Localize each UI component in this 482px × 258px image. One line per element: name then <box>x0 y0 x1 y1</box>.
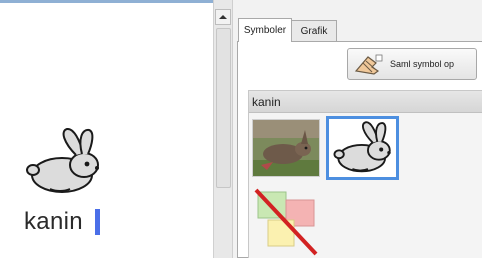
app-window: kanin Symboler Grafik Saml symbol op kan… <box>0 0 482 258</box>
no-symbol-icon <box>254 188 318 256</box>
tab-grafik[interactable]: Grafik <box>291 20 337 42</box>
document-area[interactable]: kanin <box>0 0 213 258</box>
scroll-up-button[interactable] <box>215 9 231 25</box>
rabbit-symbol-icon <box>26 128 99 193</box>
rabbit-photo <box>253 120 319 176</box>
hand-pickup-icon <box>354 54 383 75</box>
result-rabbit-photo[interactable] <box>252 119 320 177</box>
collect-symbol-button[interactable]: Saml symbol op <box>347 48 477 80</box>
vertical-scrollbar[interactable] <box>213 0 233 258</box>
results-query-header: kanin <box>249 91 482 113</box>
tab-symboler[interactable]: Symboler <box>238 18 292 42</box>
rabbit-symbol-icon <box>333 121 391 173</box>
result-rabbit-symbol[interactable] <box>326 116 399 180</box>
symbol-results: kanin <box>248 90 482 258</box>
scrollbar-thumb[interactable] <box>216 28 231 188</box>
result-no-symbol[interactable] <box>252 188 324 256</box>
collect-symbol-label: Saml symbol op <box>390 59 455 69</box>
scroll-up-arrow-icon <box>219 15 227 19</box>
symbol-panel: Symboler Grafik Saml symbol op kanin <box>233 0 482 258</box>
symbol-panel-body: Saml symbol op kanin <box>237 41 482 258</box>
text-caret <box>95 209 100 235</box>
document-word: kanin <box>24 208 83 235</box>
